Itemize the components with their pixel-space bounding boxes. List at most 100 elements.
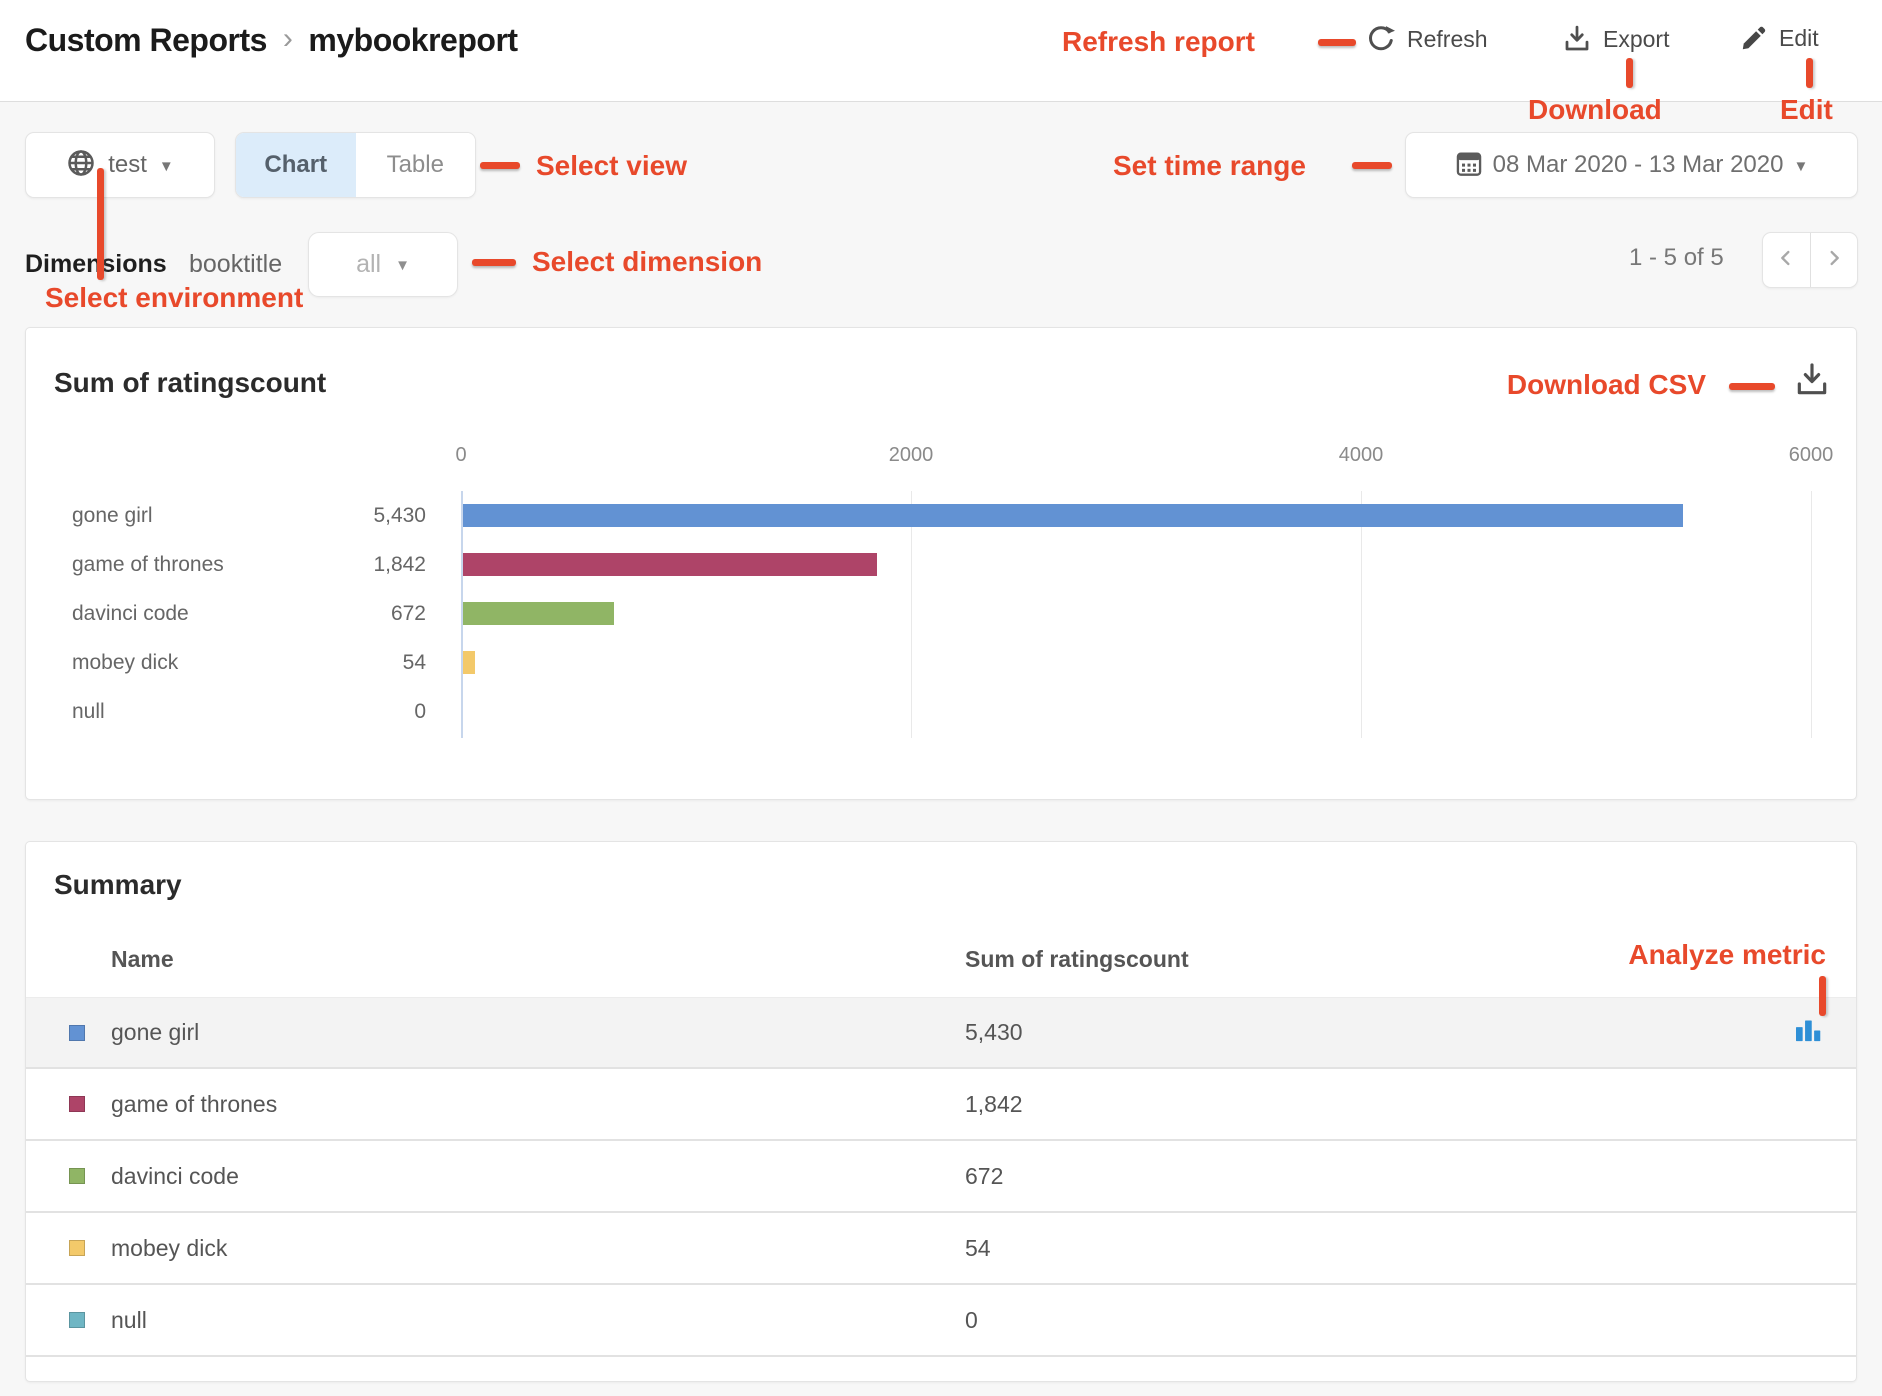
annotation-select-view: Select view	[536, 150, 687, 182]
environment-label: test	[108, 151, 147, 179]
chart-row: gone girl5,430	[72, 491, 1809, 540]
edit-label: Edit	[1779, 25, 1819, 52]
pagination	[1762, 232, 1858, 288]
calendar-icon	[1455, 149, 1483, 182]
annotation-download-csv: Download CSV	[1507, 369, 1706, 401]
table-row-davinci-code[interactable]: davinci code 672	[26, 1141, 1856, 1213]
row-value: 1,842	[965, 1091, 1023, 1118]
next-page-button[interactable]	[1811, 233, 1858, 287]
caret-down-icon: ▼	[159, 158, 174, 175]
prev-page-button[interactable]	[1763, 233, 1811, 287]
summary-card: Summary Analyze metric Name Sum of ratin…	[25, 841, 1857, 1382]
annotation-edit: Edit	[1780, 94, 1833, 126]
export-button[interactable]: Export	[1562, 24, 1669, 54]
environment-select[interactable]: test ▼	[25, 132, 215, 198]
date-range-text: 08 Mar 2020 - 13 Mar 2020	[1493, 151, 1784, 179]
series-color-swatch	[69, 1312, 85, 1328]
breadcrumb: Custom Reports › mybookreport	[25, 22, 518, 59]
bar-value-label: 1,842	[301, 553, 426, 577]
x-tick-label: 6000	[1789, 444, 1834, 467]
bar-category-label: davinci code	[72, 602, 301, 626]
gridline	[1811, 491, 1812, 738]
x-tick-label: 4000	[1339, 444, 1384, 467]
table-row-null[interactable]: null 0	[26, 1285, 1856, 1357]
dimensions-label: Dimensions	[25, 250, 167, 279]
bar-game-of-thrones	[463, 553, 877, 576]
download-icon	[1562, 24, 1592, 54]
breadcrumb-section[interactable]: Custom Reports	[25, 22, 267, 59]
chevron-left-icon	[1775, 247, 1797, 274]
table-row-game-of-thrones[interactable]: game of thrones 1,842	[26, 1069, 1856, 1141]
chart-title: Sum of ratingscount	[54, 367, 326, 399]
column-header-name: Name	[111, 946, 174, 973]
series-color-swatch	[69, 1168, 85, 1184]
chevron-right-icon: ›	[281, 22, 295, 56]
row-value: 672	[965, 1163, 1003, 1190]
row-value: 5,430	[965, 1019, 1023, 1046]
chart-row: davinci code672	[72, 589, 1809, 638]
annotation-dash-select-view	[480, 162, 520, 169]
date-range-picker[interactable]: 08 Mar 2020 - 13 Mar 2020 ▼	[1405, 132, 1858, 198]
tab-table[interactable]: Table	[356, 133, 476, 197]
tab-chart[interactable]: Chart	[236, 133, 356, 197]
chart-row: null0	[72, 687, 1809, 736]
pagination-status: 1 - 5 of 5	[1629, 244, 1724, 272]
pencil-icon	[1740, 24, 1768, 52]
caret-down-icon: ▼	[395, 257, 410, 274]
bar-category-label: game of thrones	[72, 553, 301, 577]
summary-title: Summary	[54, 869, 182, 901]
globe-icon	[66, 148, 96, 183]
row-name: game of thrones	[111, 1091, 277, 1118]
dimension-field-label: booktitle	[189, 250, 282, 279]
bar-category-label: null	[72, 700, 301, 724]
bar-category-label: gone girl	[72, 504, 301, 528]
bar-gone-girl	[463, 504, 1683, 527]
bar-davinci-code	[463, 602, 614, 625]
annotation-dash-time-range	[1352, 162, 1392, 169]
annotation-dash-select-dimension	[472, 259, 516, 266]
refresh-icon	[1366, 24, 1396, 54]
bar-mobey-dick	[463, 651, 475, 674]
analyze-metric-icon[interactable]	[1792, 1014, 1824, 1051]
annotation-line-analyze	[1819, 976, 1826, 1016]
series-color-swatch	[69, 1096, 85, 1112]
bar-value-label: 0	[301, 700, 426, 724]
table-row-mobey-dick[interactable]: mobey dick54	[26, 1213, 1856, 1285]
row-value: 0	[965, 1307, 978, 1334]
annotation-dash-refresh	[1318, 39, 1356, 46]
bar-track	[461, 504, 1809, 527]
chart-axis-labels: 0200040006000	[461, 444, 1811, 472]
x-tick-label: 2000	[889, 444, 934, 467]
bar-value-label: 54	[301, 651, 426, 675]
annotation-line-environment	[97, 168, 104, 280]
annotation-select-dimension: Select dimension	[532, 246, 762, 278]
bar-track	[461, 700, 1809, 723]
edit-button[interactable]: Edit	[1740, 24, 1819, 52]
row-name: mobey dick	[111, 1235, 227, 1262]
caret-down-icon: ▼	[1793, 158, 1808, 175]
bar-track	[461, 651, 1809, 674]
annotation-line-download	[1626, 58, 1633, 88]
row-name: null	[111, 1307, 147, 1334]
table-row-gone-girl[interactable]: gone girl5,430	[26, 997, 1856, 1069]
bar-track	[461, 602, 1809, 625]
annotation-refresh-report: Refresh report	[1062, 26, 1255, 58]
row-name: davinci code	[111, 1163, 239, 1190]
bar-value-label: 672	[301, 602, 426, 626]
annotation-select-environment: Select environment	[45, 282, 303, 314]
column-header-value: Sum of ratingscount	[965, 946, 1189, 973]
download-csv-icon[interactable]	[1793, 361, 1831, 404]
export-label: Export	[1603, 26, 1669, 53]
x-tick-label: 0	[455, 444, 466, 467]
series-color-swatch	[69, 1240, 85, 1256]
annotation-set-time-range: Set time range	[1113, 150, 1306, 182]
view-toggle: Chart Table	[235, 132, 476, 198]
summary-table-rows: gone girl5,430 game of thrones 1,842 davinc…	[26, 997, 1856, 1357]
summary-table-header: Name Sum of ratingscount	[26, 946, 1856, 997]
bar-track	[461, 553, 1809, 576]
dimension-value-select[interactable]: all ▼	[308, 232, 458, 297]
chart-row: game of thrones1,842	[72, 540, 1809, 589]
annotation-download: Download	[1528, 94, 1662, 126]
refresh-button[interactable]: Refresh	[1366, 24, 1488, 54]
chart-rows: gone girl5,430game of thrones1,842davinc…	[72, 491, 1809, 736]
